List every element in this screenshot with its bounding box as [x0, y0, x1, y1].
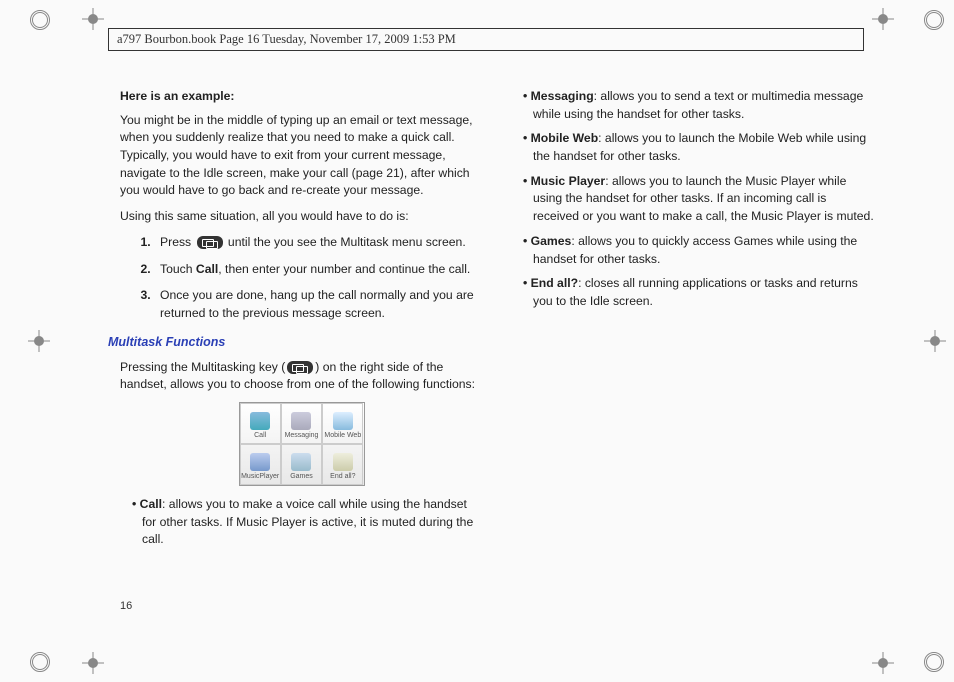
column-right: Messaging: allows you to send a text or … [511, 88, 874, 632]
menu-label: Mobile Web [324, 431, 361, 441]
list-item: Games: allows you to quickly access Game… [515, 233, 874, 268]
bullet-text: : allows you to quickly access Games whi… [533, 234, 857, 266]
multitask-key-icon [287, 361, 313, 374]
bullet-bold: Music Player [531, 174, 606, 188]
steps-list: Press until the you see the Multitask me… [154, 234, 483, 323]
menu-label: Games [290, 472, 313, 482]
multitask-key-icon [197, 236, 223, 249]
step-item: Press until the you see the Multitask me… [154, 234, 483, 252]
menu-label: Call [254, 431, 266, 441]
crop-target-icon [924, 330, 946, 352]
registration-mark-icon [30, 652, 50, 672]
list-item: Mobile Web: allows you to launch the Mob… [515, 130, 874, 165]
bullet-bold: Messaging [531, 89, 594, 103]
step-bold: Call [196, 262, 218, 276]
step-item: Touch Call, then enter your number and c… [154, 261, 483, 279]
registration-mark-icon [924, 652, 944, 672]
menu-cell: Messaging [281, 403, 322, 444]
call-icon [250, 412, 270, 430]
registration-mark-icon [30, 10, 50, 30]
menu-label: MusicPlayer [241, 472, 279, 482]
menu-cell: MusicPlayer [240, 444, 281, 485]
menu-label: Messaging [285, 431, 319, 441]
column-left: Here is an example: You might be in the … [120, 88, 483, 632]
bullet-list: Call: allows you to make a voice call wh… [124, 496, 483, 549]
crop-target-icon [82, 652, 104, 674]
body-text: You might be in the middle of typing up … [120, 112, 483, 200]
menu-cell: Call [240, 403, 281, 444]
messaging-icon [291, 412, 311, 430]
list-item: Call: allows you to make a voice call wh… [124, 496, 483, 549]
crop-target-icon [28, 330, 50, 352]
page-number: 16 [120, 600, 132, 612]
list-item: End all?: closes all running application… [515, 275, 874, 310]
bullet-text: : allows you to make a voice call while … [142, 497, 473, 546]
menu-cell: Games [281, 444, 322, 485]
menu-cell: End all? [322, 444, 363, 485]
step-text: Press [160, 235, 195, 249]
body-text: Using this same situation, all you would… [120, 208, 483, 226]
registration-mark-icon [924, 10, 944, 30]
crop-target-icon [872, 8, 894, 30]
music-player-icon [250, 453, 270, 471]
step-text: Touch [160, 262, 196, 276]
list-item: Messaging: allows you to send a text or … [515, 88, 874, 123]
step-item: Once you are done, hang up the call norm… [154, 287, 483, 322]
bullet-text: : closes all running applications or tas… [533, 276, 858, 308]
multitask-functions-heading: Multitask Functions [108, 333, 483, 351]
menu-label: End all? [330, 472, 355, 482]
games-icon [291, 453, 311, 471]
body-text: Pressing the Multitasking key () on the … [120, 359, 483, 394]
bullet-bold: Games [531, 234, 572, 248]
example-heading: Here is an example: [120, 88, 483, 106]
page-header-meta: a797 Bourbon.book Page 16 Tuesday, Novem… [108, 28, 864, 51]
crop-target-icon [872, 652, 894, 674]
step-text: until the you see the Multitask menu scr… [225, 235, 466, 249]
list-item: Music Player: allows you to launch the M… [515, 173, 874, 226]
menu-cell: Mobile Web [322, 403, 363, 444]
multitask-menu-illustration: Call Messaging Mobile Web MusicPlayer Ga… [239, 402, 365, 486]
body-text-part: Pressing the Multitasking key ( [120, 360, 285, 374]
bullet-bold: End all? [531, 276, 578, 290]
end-all-icon [333, 453, 353, 471]
step-text: , then enter your number and continue th… [218, 262, 470, 276]
page-body: Here is an example: You might be in the … [120, 88, 874, 632]
bullet-list: Messaging: allows you to send a text or … [515, 88, 874, 311]
crop-target-icon [82, 8, 104, 30]
mobile-web-icon [333, 412, 353, 430]
bullet-bold: Mobile Web [531, 131, 598, 145]
bullet-bold: Call [140, 497, 162, 511]
